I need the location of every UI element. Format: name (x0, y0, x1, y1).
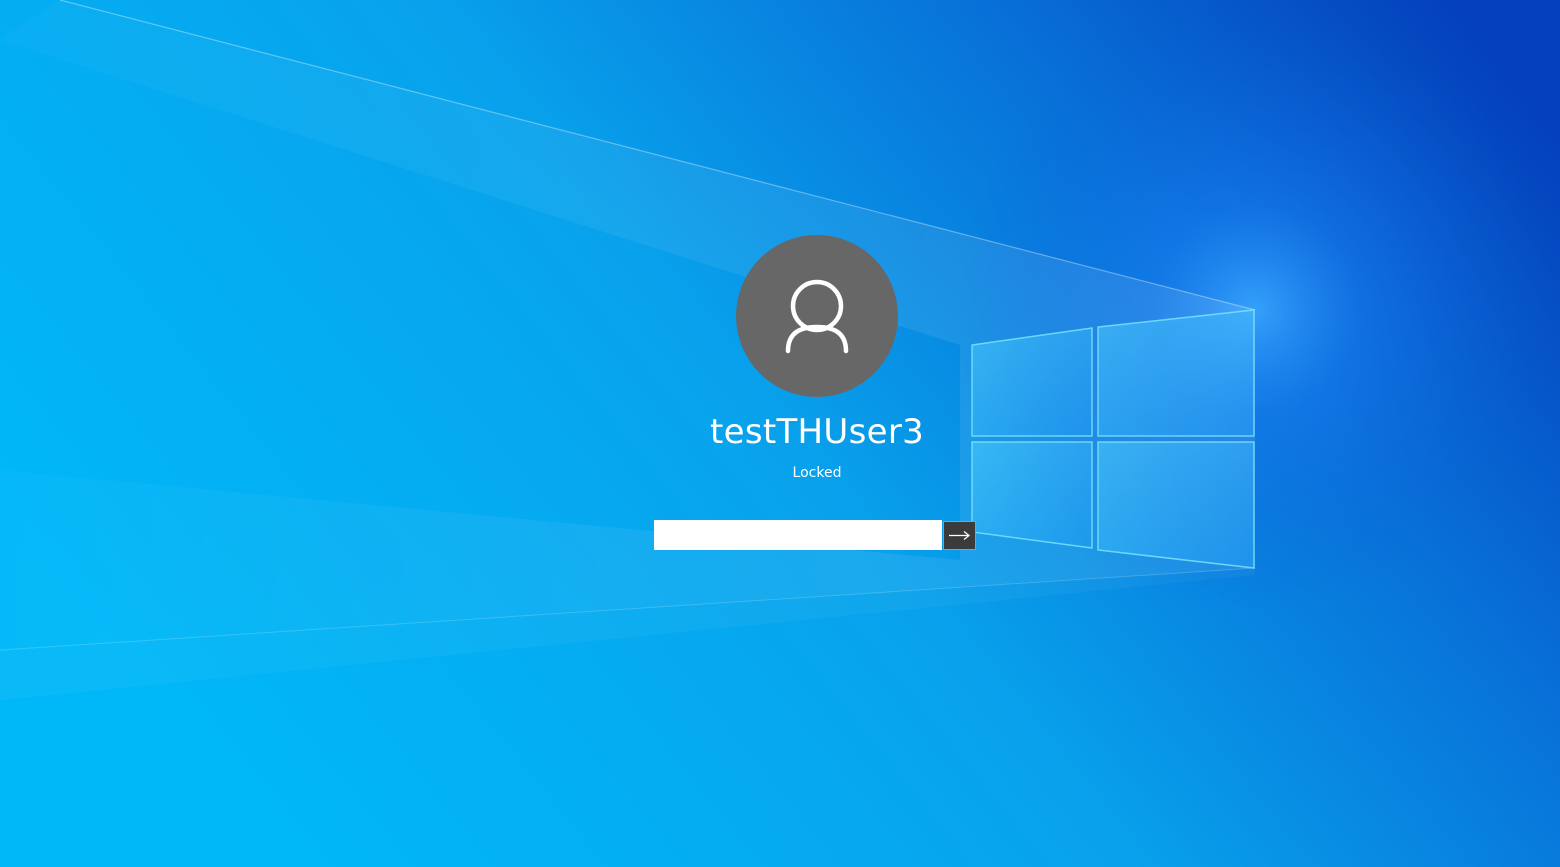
password-field[interactable] (654, 520, 942, 550)
arrow-right-icon (949, 531, 970, 540)
user-silhouette-icon (785, 279, 849, 354)
submit-button[interactable] (943, 521, 976, 550)
user-avatar (736, 235, 898, 397)
lock-status-label: Locked (792, 465, 842, 481)
username-label: testTHUser3 (709, 412, 925, 452)
